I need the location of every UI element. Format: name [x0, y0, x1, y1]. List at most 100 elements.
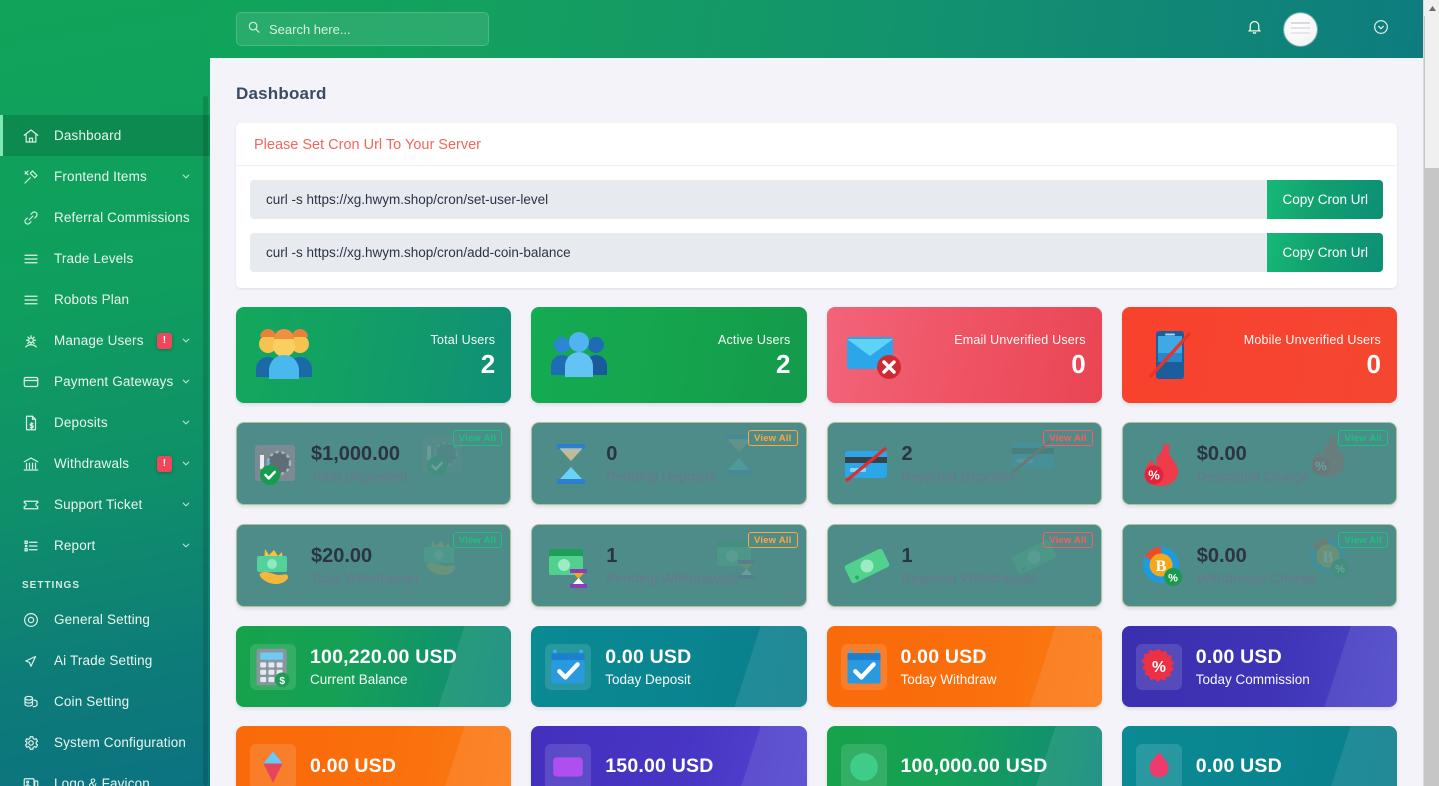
scroll-up-arrow[interactable]	[1424, 0, 1439, 16]
sidebar-item-withdrawals[interactable]: Withdrawals!	[0, 443, 210, 484]
sidebar-setting-general-setting[interactable]: General Setting	[0, 599, 210, 640]
document-dollar-icon	[22, 414, 44, 432]
stat-card-total-withdrawan[interactable]: View All $20.00 Total Withdrawan	[236, 524, 512, 607]
dashboard-page: Dashboard Frontend Items Referral Commissi…	[0, 0, 1439, 786]
stat-card-pending-withdrawals[interactable]: View All 1 Pending Withdrawals	[531, 524, 807, 607]
scrollbar-thumb[interactable]	[1425, 16, 1439, 168]
view-all-link[interactable]: View All	[1043, 430, 1093, 446]
sidebar-scrollbar[interactable]	[203, 96, 208, 786]
stat-value: $0.00	[1196, 443, 1247, 465]
bell-icon[interactable]	[1234, 17, 1275, 41]
cron-row: curl -s https://xg.hwym.shop/cron/set-us…	[236, 166, 1397, 219]
coins-icon	[22, 693, 44, 711]
sidebar-item-report[interactable]: Report	[0, 525, 210, 566]
view-all-link[interactable]: View All	[1043, 532, 1093, 548]
view-all-link[interactable]: View All	[747, 430, 798, 446]
card-slash-icon	[842, 441, 892, 487]
sidebar-item-deposits[interactable]: Deposits	[0, 402, 210, 443]
stat-card-today-withdraw[interactable]: 0.00 USD Today Withdraw	[826, 626, 1102, 707]
copy-cron-url-button[interactable]: Copy Cron Url	[1267, 233, 1383, 272]
stat-value: $1,000.00	[311, 443, 400, 465]
stat-label: Total Deposited	[311, 468, 408, 484]
sidebar-setting-system-configuration[interactable]: System Configuration	[0, 722, 210, 763]
view-all-link[interactable]: View All	[747, 532, 798, 548]
stat-value: 0.00 USD	[605, 646, 692, 669]
search-input[interactable]	[269, 21, 459, 37]
stat-card-today-commission[interactable]: % 0.00 USD Today Commission	[1121, 626, 1397, 707]
stat-label: Withdrawal Charge	[1196, 570, 1316, 586]
stat-card-100-000-00-usd[interactable]: 100,000.00 USD	[826, 726, 1102, 786]
view-all-link[interactable]: View All	[1338, 430, 1388, 446]
stat-card-current-balance[interactable]: $100,220.00 USD Current Balance	[236, 626, 512, 707]
stat-label: Rejected Deposits	[901, 468, 1016, 484]
percent-badge-icon: %	[1135, 643, 1182, 690]
stat-value: 0.00 USD	[1195, 646, 1282, 669]
stat-card-today-deposit[interactable]: 0.00 USD Today Deposit	[531, 626, 807, 707]
stat-card-email-unverified-users[interactable]: Email Unverified Users 0	[826, 307, 1102, 403]
stat-value: 100,220.00 USD	[310, 646, 457, 669]
stat-value: 0.00 USD	[900, 646, 987, 669]
stat-label: Total Users	[430, 333, 496, 347]
sidebar-item-payment-gateways[interactable]: Payment Gateways	[0, 361, 210, 402]
money-tilt-icon	[842, 543, 892, 589]
stat-card-rejected-withdrawals[interactable]: View All 1 Rejected Withdrawals	[826, 524, 1102, 607]
stat-card-0-00-usd[interactable]: 0.00 USD	[1121, 726, 1397, 786]
sidebar-item-label: Robots Plan	[54, 292, 130, 307]
stat-card-withdrawal-charge[interactable]: View All B% $0.00 Withdrawal Charge B%	[1121, 524, 1397, 607]
search-box[interactable]	[236, 12, 489, 46]
stats-row-deposits: View All $1,000.00 Total Deposited View All…	[236, 422, 1397, 505]
stats-row-withdrawals: View All $20.00 Total Withdrawan View All 1 P…	[236, 524, 1397, 607]
brand-logo-area[interactable]	[0, 0, 210, 115]
search-icon	[247, 20, 261, 39]
sidebar-item-manage-users[interactable]: Manage Users!	[0, 320, 210, 361]
stat-card-mobile-unverified-users[interactable]: Mobile Unverified Users 0	[1121, 307, 1397, 403]
view-all-link[interactable]: View All	[452, 430, 503, 446]
stat-card-total-deposited[interactable]: View All $1,000.00 Total Deposited	[236, 422, 512, 505]
stat-card-total-users[interactable]: Total Users 2	[236, 307, 512, 403]
stat-value: 150.00 USD	[605, 754, 714, 777]
main-content: Dashboard Please Set Cron Url To Your Se…	[210, 58, 1423, 786]
stat-card-0-00-usd[interactable]: 0.00 USD	[236, 726, 512, 786]
sidebar-item-trade-levels[interactable]: Trade Levels	[0, 238, 210, 279]
stat-card-active-users[interactable]: Active Users 2	[531, 307, 807, 403]
sidebar-item-label: Logo & Favicon	[54, 776, 150, 786]
stats-row-users: Total Users 2 Active Users 2 Email Unverifie…	[236, 307, 1397, 403]
calendar-check-icon	[840, 643, 887, 690]
sidebar-item-frontend-items[interactable]: Frontend Items	[0, 156, 210, 197]
view-all-link[interactable]: View All	[1338, 532, 1388, 548]
stat-card-deposited-charge[interactable]: View All% $0.00 Deposited Charge%	[1121, 422, 1397, 505]
sidebar-item-label: Coin Setting	[54, 694, 130, 709]
copy-cron-url-button[interactable]: Copy Cron Url	[1267, 180, 1383, 219]
stat-card-rejected-deposits[interactable]: View All 2 Rejected Deposits	[826, 422, 1102, 505]
svg-text:$: $	[279, 675, 285, 686]
svg-text:%: %	[1152, 659, 1166, 676]
topbar-actions	[1234, 12, 1423, 46]
sidebar-item-label: Trade Levels	[54, 251, 134, 266]
sidebar-nav: Dashboard Frontend Items Referral Commissi…	[0, 115, 210, 566]
safe-check-icon	[251, 441, 301, 487]
cash-hand-icon	[251, 543, 301, 589]
page-scrollbar[interactable]	[1423, 0, 1439, 786]
sidebar-item-support-ticket[interactable]: Support Ticket	[0, 484, 210, 525]
stat-card-150-00-usd[interactable]: 150.00 USD	[531, 726, 807, 786]
sidebar-item-label: Ai Trade Setting	[54, 653, 153, 668]
sidebar-setting-ai-trade-setting[interactable]: Ai Trade Setting	[0, 640, 210, 681]
sidebar-item-robots-plan[interactable]: Robots Plan	[0, 279, 210, 320]
stat-value: 0.00 USD	[310, 754, 397, 777]
sidebar-item-referral-commissions[interactable]: Referral Commissions	[0, 197, 210, 238]
view-all-link[interactable]: View All	[452, 532, 503, 548]
stat-label: Active Users	[717, 333, 791, 347]
stat-card-pending-deposits[interactable]: View All 0 Pending Deposits	[531, 422, 807, 505]
stat-label: Current Balance	[310, 671, 408, 687]
chevron-down-circle-icon[interactable]	[1373, 19, 1389, 40]
stat-value: 0	[1071, 349, 1086, 379]
cron-url-text[interactable]: curl -s https://xg.hwym.shop/cron/set-us…	[250, 180, 1268, 219]
stat-value: 2	[776, 349, 791, 379]
cron-url-text[interactable]: curl -s https://xg.hwym.shop/cron/add-co…	[250, 233, 1268, 272]
sidebar-item-label: Deposits	[54, 415, 108, 430]
sidebar-setting-logo-favicon[interactable]: Logo & Favicon	[0, 763, 210, 786]
sidebar-setting-coin-setting[interactable]: Coin Setting	[0, 681, 210, 722]
sidebar-item-dashboard[interactable]: Dashboard	[0, 115, 210, 156]
avatar[interactable]	[1284, 12, 1317, 46]
home-icon	[22, 127, 44, 145]
